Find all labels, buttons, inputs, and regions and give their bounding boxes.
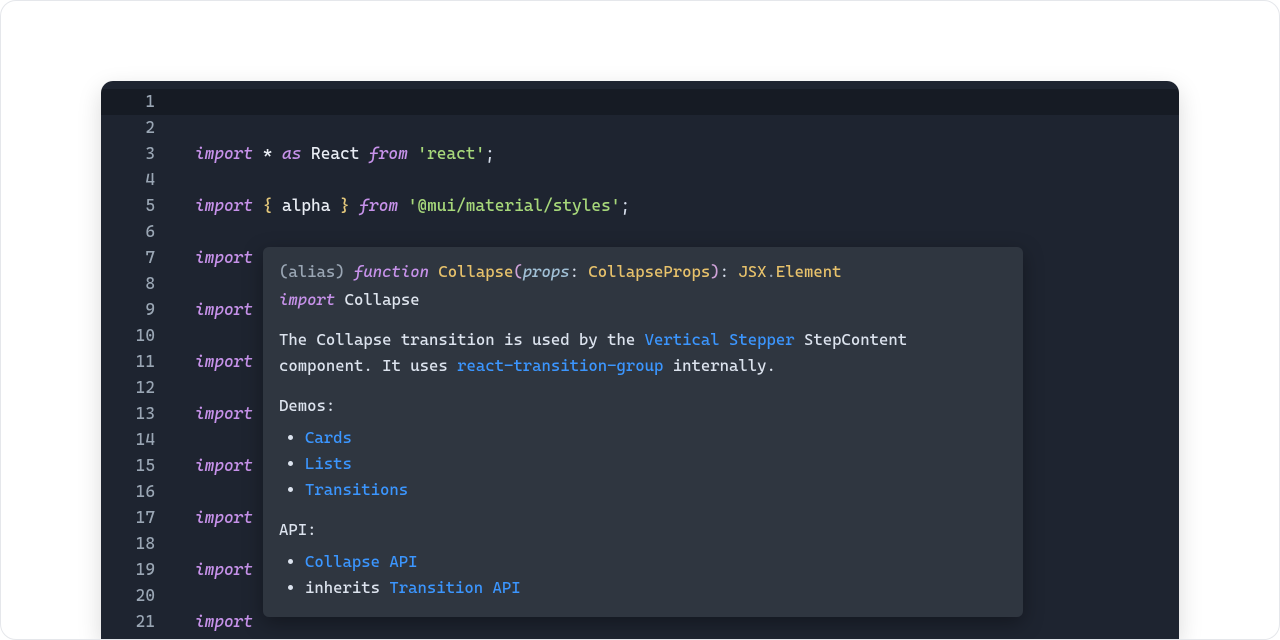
line-number: 1 bbox=[101, 89, 171, 115]
line-number: 3 bbox=[101, 141, 171, 167]
line-number: 14 bbox=[101, 427, 171, 453]
line-number: 13 bbox=[101, 401, 171, 427]
hover-import-line: import Collapse bbox=[279, 287, 1007, 313]
line-number: 11 bbox=[101, 349, 171, 375]
code-area[interactable]: import * as React from 'react'; import {… bbox=[171, 81, 1179, 639]
line-number-gutter: 123456789101112131415161718192021 bbox=[101, 81, 171, 639]
line-number: 20 bbox=[101, 583, 171, 609]
line-number: 12 bbox=[101, 375, 171, 401]
hover-demos-label: Demos: bbox=[279, 393, 1007, 419]
line-number: 7 bbox=[101, 245, 171, 271]
code-line: import * as React from 'react'; bbox=[171, 141, 1179, 167]
hover-link-react-transition-group[interactable]: react-transition-group bbox=[457, 356, 663, 375]
line-number: 17 bbox=[101, 505, 171, 531]
hover-description: The Collapse transition is used by the V… bbox=[279, 327, 1007, 379]
hover-link-vertical-stepper[interactable]: Vertical Stepper bbox=[645, 330, 795, 349]
line-number: 16 bbox=[101, 479, 171, 505]
hover-tooltip[interactable]: (alias) function Collapse(props: Collaps… bbox=[263, 247, 1023, 617]
hover-api-link[interactable]: Collapse API bbox=[305, 552, 418, 571]
hover-demo-link[interactable]: Transitions bbox=[305, 480, 408, 499]
line-number: 21 bbox=[101, 609, 171, 635]
line-number: 4 bbox=[101, 167, 171, 193]
line-number: 6 bbox=[101, 219, 171, 245]
line-number: 8 bbox=[101, 271, 171, 297]
line-number: 9 bbox=[101, 297, 171, 323]
hover-signature: (alias) function Collapse(props: Collaps… bbox=[279, 259, 1007, 285]
line-number: 18 bbox=[101, 531, 171, 557]
line-number: 15 bbox=[101, 453, 171, 479]
hover-api-list: Collapse API inherits Transition API bbox=[305, 549, 1007, 601]
hover-api-link[interactable]: Transition API bbox=[389, 578, 520, 597]
hover-demo-link[interactable]: Cards bbox=[305, 428, 352, 447]
hover-demos-list: Cards Lists Transitions bbox=[305, 425, 1007, 503]
hover-demo-link[interactable]: Lists bbox=[305, 454, 352, 473]
code-line: import { alpha } from '@mui/material/sty… bbox=[171, 193, 1179, 219]
line-number: 19 bbox=[101, 557, 171, 583]
code-editor[interactable]: 123456789101112131415161718192021 import… bbox=[101, 81, 1179, 639]
app-frame: 123456789101112131415161718192021 import… bbox=[0, 0, 1280, 640]
line-number: 2 bbox=[101, 115, 171, 141]
hover-api-label: API: bbox=[279, 517, 1007, 543]
line-number: 5 bbox=[101, 193, 171, 219]
line-number: 10 bbox=[101, 323, 171, 349]
